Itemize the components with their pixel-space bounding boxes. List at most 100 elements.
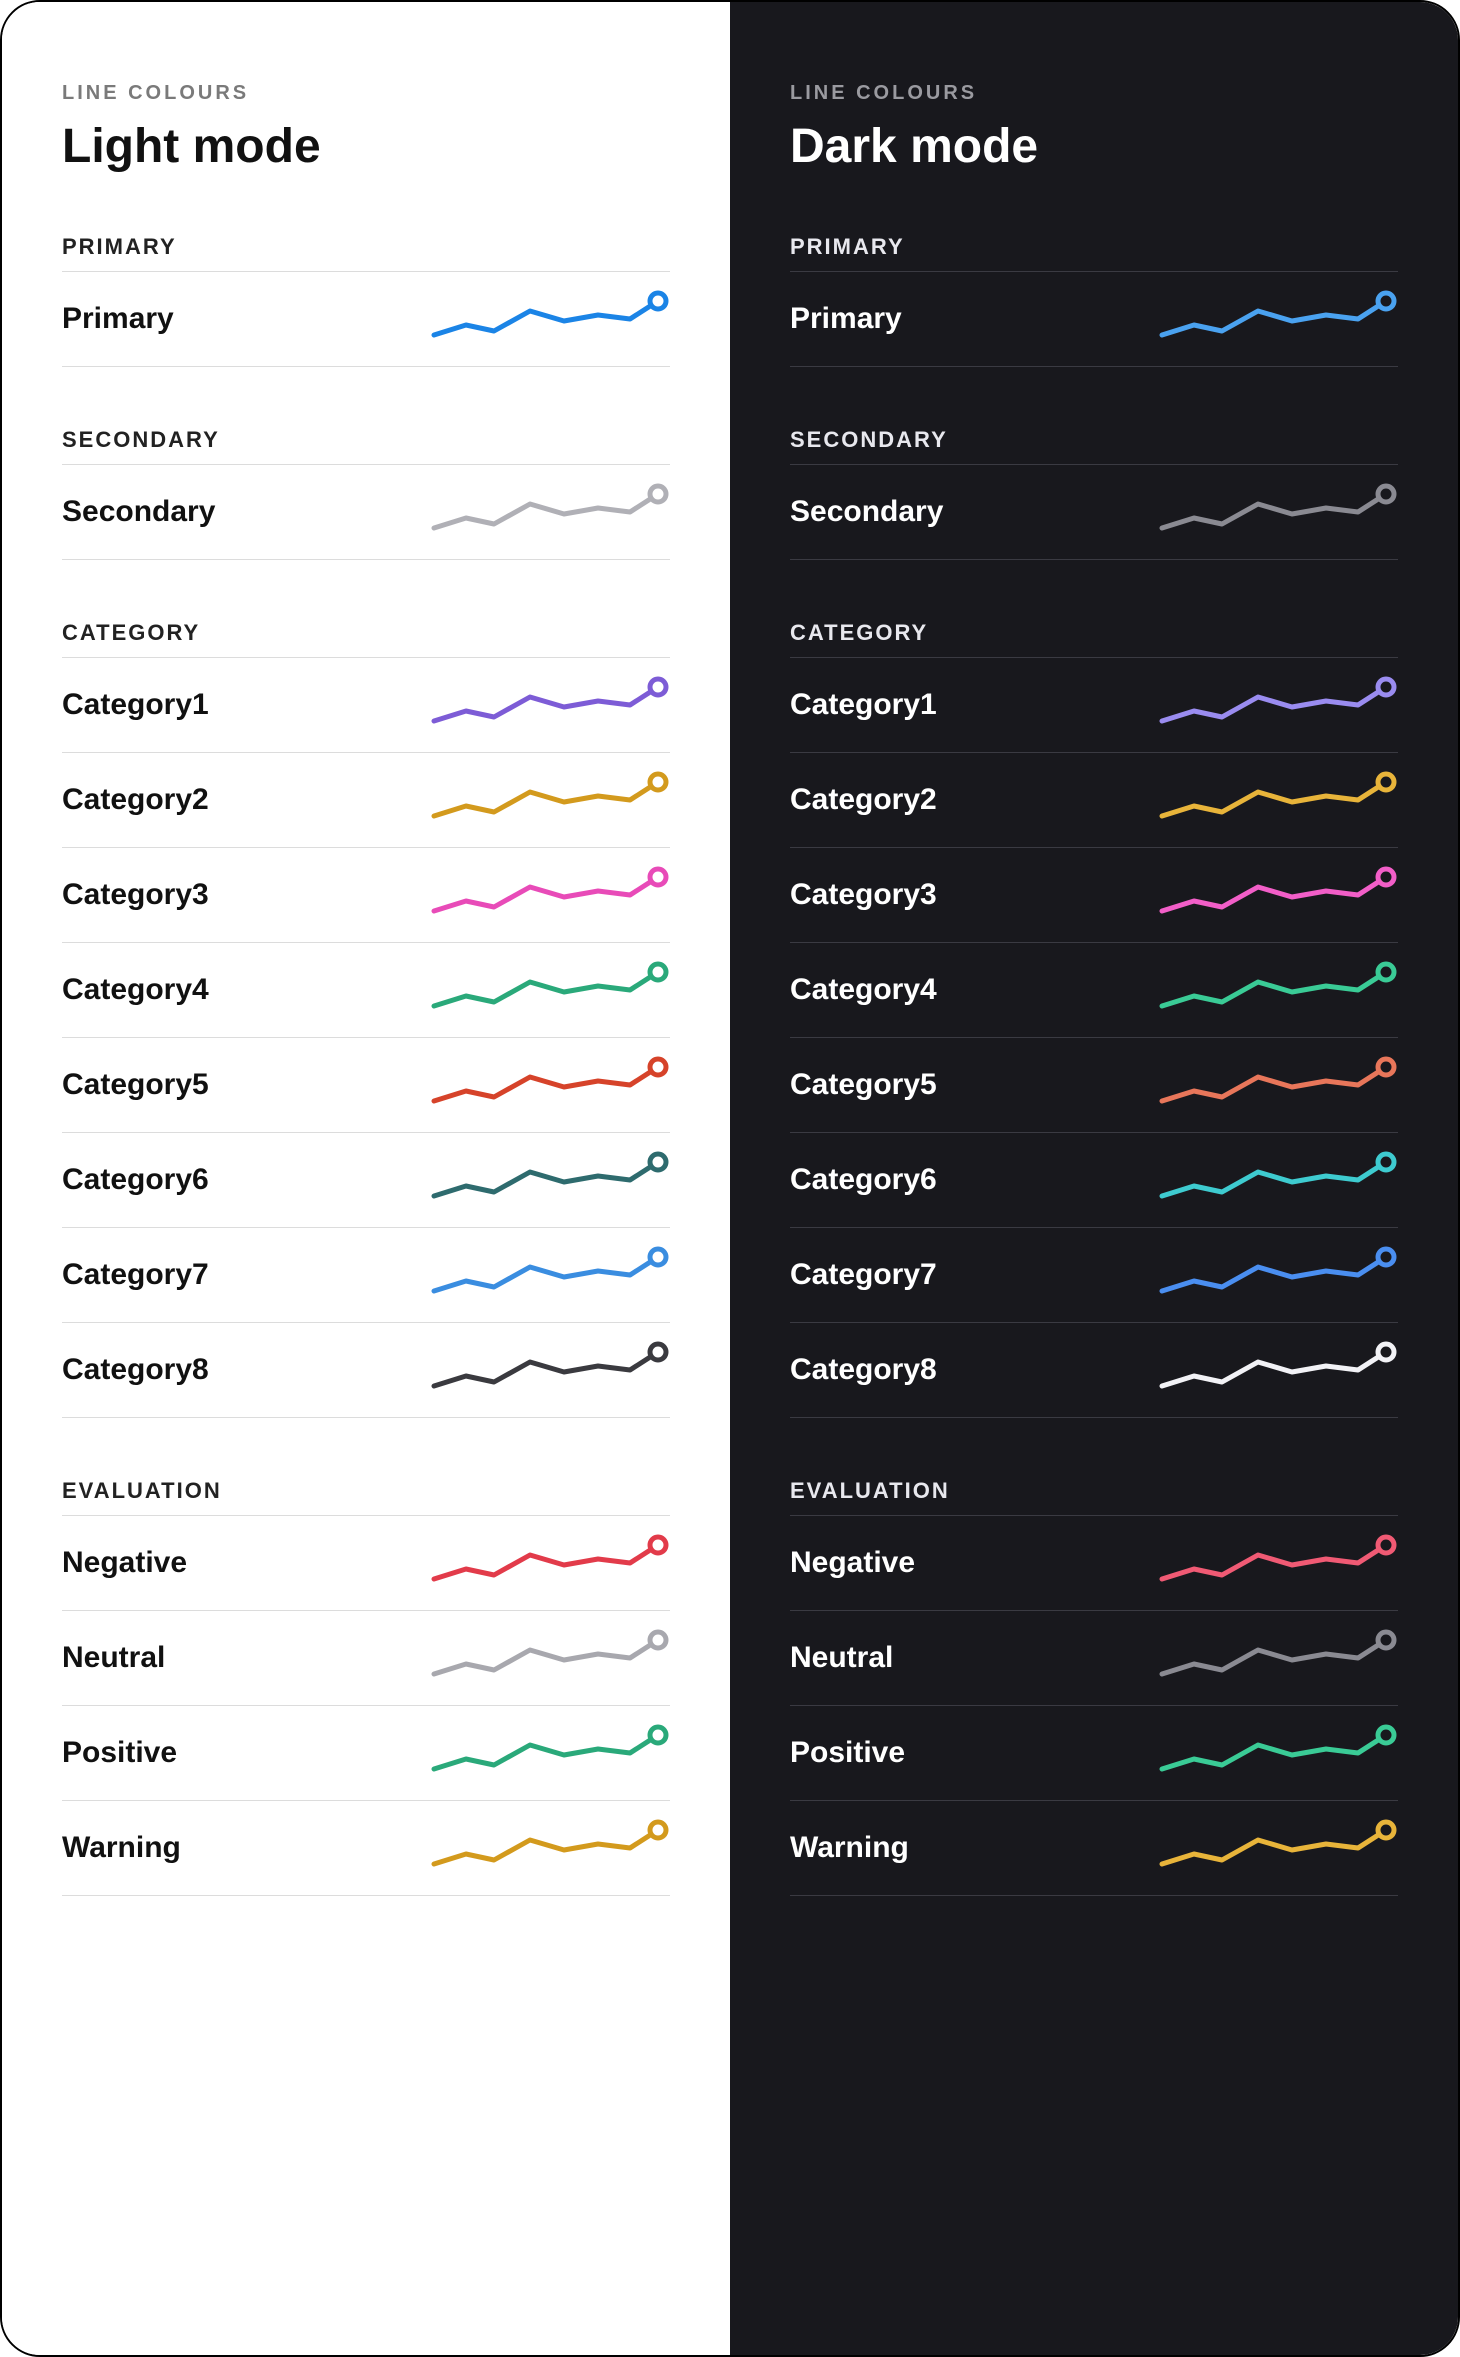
sparkline-icon <box>430 482 670 542</box>
colour-label: Negative <box>790 1546 915 1580</box>
colour-row: Secondary <box>62 464 670 560</box>
colour-row: Category7 <box>790 1227 1398 1323</box>
colour-label: Neutral <box>62 1641 165 1675</box>
panel-dark: LINE COLOURS Dark mode PRIMARY Primary S… <box>730 2 1458 2355</box>
colour-label: Category8 <box>62 1353 209 1387</box>
sparkline-icon <box>1158 960 1398 1020</box>
section-primary: PRIMARY Primary <box>790 234 1398 367</box>
section-title: PRIMARY <box>62 234 670 272</box>
colour-row: Category6 <box>790 1132 1398 1228</box>
sparkline-icon <box>1158 770 1398 830</box>
section-primary: PRIMARY Primary <box>62 234 670 367</box>
colour-row: Warning <box>790 1800 1398 1896</box>
colour-label: Warning <box>62 1831 181 1865</box>
sparkline-icon <box>430 1628 670 1688</box>
colour-label: Category5 <box>790 1068 937 1102</box>
colour-row: Category1 <box>62 657 670 753</box>
sparkline-icon <box>430 1533 670 1593</box>
sparkline-icon <box>1158 1533 1398 1593</box>
sparkline-icon <box>430 289 670 349</box>
colour-row: Primary <box>790 271 1398 367</box>
kicker-label: LINE COLOURS <box>62 82 670 105</box>
section-secondary: SECONDARY Secondary <box>790 427 1398 560</box>
sparkline-icon <box>1158 1628 1398 1688</box>
sparkline-icon <box>430 1723 670 1783</box>
colour-label: Category6 <box>790 1163 937 1197</box>
colour-label: Category4 <box>790 973 937 1007</box>
sparkline-icon <box>430 1055 670 1115</box>
sparkline-icon <box>430 1818 670 1878</box>
colour-row: Category2 <box>790 752 1398 848</box>
sparkline-icon <box>1158 1245 1398 1305</box>
colour-row: Negative <box>790 1515 1398 1611</box>
colour-row: Category1 <box>790 657 1398 753</box>
section-category: CATEGORY Category1 Category2 Category3 C… <box>62 620 670 1418</box>
colour-label: Category7 <box>62 1258 209 1292</box>
kicker-label: LINE COLOURS <box>790 82 1398 105</box>
colour-row: Category2 <box>62 752 670 848</box>
mode-title: Light mode <box>62 119 670 174</box>
panel-light: LINE COLOURS Light mode PRIMARY Primary … <box>2 2 730 2355</box>
colour-label: Category8 <box>790 1353 937 1387</box>
colour-label: Secondary <box>790 495 943 529</box>
section-title: EVALUATION <box>790 1478 1398 1516</box>
section-title: PRIMARY <box>790 234 1398 272</box>
sparkline-icon <box>1158 675 1398 735</box>
mode-title: Dark mode <box>790 119 1398 174</box>
colour-label: Secondary <box>62 495 215 529</box>
colour-row: Category3 <box>790 847 1398 943</box>
section-title: SECONDARY <box>790 427 1398 465</box>
colour-label: Category7 <box>790 1258 937 1292</box>
sparkline-icon <box>1158 1055 1398 1115</box>
colour-label: Category4 <box>62 973 209 1007</box>
colour-label: Category2 <box>62 783 209 817</box>
colour-row: Positive <box>790 1705 1398 1801</box>
sparkline-icon <box>1158 482 1398 542</box>
section-title: CATEGORY <box>790 620 1398 658</box>
sparkline-icon <box>1158 1723 1398 1783</box>
colour-label: Negative <box>62 1546 187 1580</box>
sparkline-icon <box>430 1150 670 1210</box>
colour-label: Neutral <box>790 1641 893 1675</box>
colour-row: Negative <box>62 1515 670 1611</box>
colour-row: Category4 <box>790 942 1398 1038</box>
colour-row: Neutral <box>62 1610 670 1706</box>
colour-label: Positive <box>62 1736 177 1770</box>
colour-label: Positive <box>790 1736 905 1770</box>
sparkline-icon <box>430 1245 670 1305</box>
section-secondary: SECONDARY Secondary <box>62 427 670 560</box>
sparkline-icon <box>430 770 670 830</box>
colour-row: Secondary <box>790 464 1398 560</box>
colour-row: Primary <box>62 271 670 367</box>
sparkline-icon <box>1158 1340 1398 1400</box>
sparkline-icon <box>430 865 670 925</box>
section-category: CATEGORY Category1 Category2 Category3 C… <box>790 620 1398 1418</box>
colour-label: Category6 <box>62 1163 209 1197</box>
sparkline-icon <box>430 675 670 735</box>
colour-row: Category3 <box>62 847 670 943</box>
section-title: CATEGORY <box>62 620 670 658</box>
colour-label: Warning <box>790 1831 909 1865</box>
colour-row: Category8 <box>62 1322 670 1418</box>
sparkline-icon <box>1158 1818 1398 1878</box>
colour-row: Category7 <box>62 1227 670 1323</box>
sparkline-icon <box>1158 289 1398 349</box>
section-evaluation: EVALUATION Negative Neutral Positive War… <box>62 1478 670 1896</box>
section-title: SECONDARY <box>62 427 670 465</box>
section-title: EVALUATION <box>62 1478 670 1516</box>
colour-row: Category4 <box>62 942 670 1038</box>
colour-label: Category1 <box>62 688 209 722</box>
sparkline-icon <box>1158 1150 1398 1210</box>
colour-row: Category5 <box>790 1037 1398 1133</box>
colour-row: Positive <box>62 1705 670 1801</box>
colour-label: Category2 <box>790 783 937 817</box>
sparkline-icon <box>430 1340 670 1400</box>
colour-label: Primary <box>790 302 902 336</box>
colour-row: Neutral <box>790 1610 1398 1706</box>
colour-label: Primary <box>62 302 174 336</box>
colour-spec-frame: LINE COLOURS Light mode PRIMARY Primary … <box>0 0 1460 2357</box>
sparkline-icon <box>1158 865 1398 925</box>
colour-row: Category5 <box>62 1037 670 1133</box>
colour-label: Category3 <box>790 878 937 912</box>
colour-label: Category5 <box>62 1068 209 1102</box>
